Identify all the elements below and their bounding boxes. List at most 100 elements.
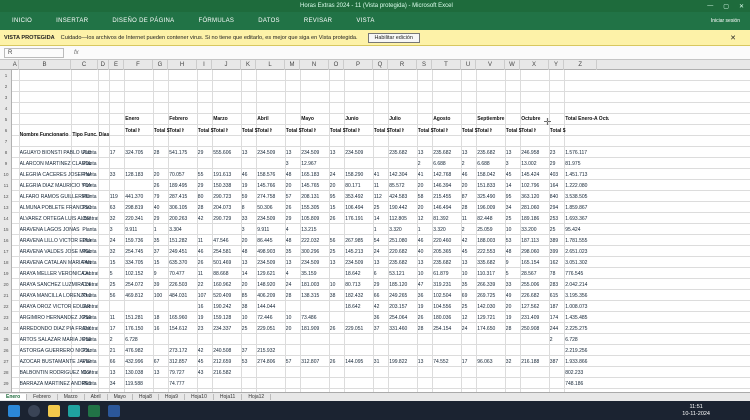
value-cell[interactable]: 203.157: [389, 302, 417, 312]
value-cell[interactable]: 24: [110, 236, 124, 246]
value-cell[interactable]: 20: [242, 280, 256, 290]
value-cell[interactable]: 11: [110, 313, 124, 323]
employee-type[interactable]: Planta: [82, 346, 97, 356]
value-cell[interactable]: 190.242: [213, 302, 241, 312]
value-cell[interactable]: 319.231: [433, 280, 461, 290]
value-cell[interactable]: 10: [286, 313, 300, 323]
value-cell[interactable]: 212.659: [213, 357, 241, 367]
value-cell[interactable]: 18: [154, 313, 168, 323]
value-cell[interactable]: 46: [418, 236, 432, 246]
value-cell[interactable]: 229.051: [345, 324, 373, 334]
value-cell[interactable]: 267.985: [345, 236, 373, 246]
value-cell[interactable]: 39: [154, 280, 168, 290]
row-header[interactable]: 3: [0, 92, 12, 103]
spreadsheet-grid[interactable]: Enero Febrero Marzo Abril Mayo Junio Julio Agos…: [12, 70, 750, 392]
column-title[interactable]: Nombre Funcionario: [20, 130, 69, 140]
value-cell[interactable]: 441.370: [125, 192, 153, 202]
column-header[interactable]: T: [432, 60, 461, 70]
value-cell[interactable]: 249.451: [169, 247, 197, 257]
value-cell[interactable]: 287.415: [169, 192, 197, 202]
employee-name[interactable]: BALBONTIN RODRIGUEZ MIGUEL: [20, 368, 92, 378]
employee-type[interactable]: Planta: [82, 181, 97, 191]
value-cell[interactable]: 234.509: [301, 148, 329, 158]
value-cell[interactable]: 55: [198, 170, 212, 180]
value-cell[interactable]: 182.432: [345, 291, 373, 301]
value-cell[interactable]: 48: [286, 236, 300, 246]
value-cell[interactable]: 85.572: [389, 181, 417, 191]
value-cell[interactable]: 11: [462, 214, 476, 224]
row-header[interactable]: 19: [0, 268, 12, 279]
value-cell[interactable]: 174.650: [477, 324, 505, 334]
column-header[interactable]: G: [153, 60, 169, 70]
value-cell[interactable]: 635.370: [169, 258, 197, 268]
value-cell[interactable]: 106.494: [345, 203, 373, 213]
row-header[interactable]: 15: [0, 224, 12, 235]
value-cell[interactable]: 3.051.302: [565, 258, 597, 268]
value-cell[interactable]: 220.341: [125, 214, 153, 224]
value-cell[interactable]: 129.621: [257, 269, 285, 279]
value-cell[interactable]: 43: [198, 368, 212, 378]
value-cell[interactable]: 29: [198, 148, 212, 158]
employee-name[interactable]: ASTORGA GUERRERO NICOLAS: [20, 346, 92, 356]
value-cell[interactable]: 200.263: [169, 214, 197, 224]
value-cell[interactable]: 250.908: [521, 324, 549, 334]
value-cell[interactable]: 13.002: [521, 159, 549, 169]
column-header[interactable]: D: [98, 60, 109, 70]
value-cell[interactable]: 406.209: [257, 291, 285, 301]
value-cell[interactable]: 13: [418, 357, 432, 367]
value-cell[interactable]: 102.796: [521, 181, 549, 191]
value-cell[interactable]: 28.567: [521, 269, 549, 279]
employee-type[interactable]: Contrata: [82, 302, 97, 312]
employee-name[interactable]: ARREDONDO DIAZ PIA FRANCHESCA: [20, 324, 92, 334]
value-cell[interactable]: 48: [286, 170, 300, 180]
value-cell[interactable]: 174: [550, 313, 564, 323]
value-cell[interactable]: 13: [286, 258, 300, 268]
value-cell[interactable]: 82.448: [477, 214, 505, 224]
tab-datos[interactable]: DATOS: [246, 18, 292, 24]
value-cell[interactable]: 13: [462, 148, 476, 158]
value-cell[interactable]: 432.996: [125, 357, 153, 367]
value-cell[interactable]: 81.975: [565, 159, 597, 169]
month-header[interactable]: Febrero: [169, 114, 213, 124]
value-cell[interactable]: 13: [462, 258, 476, 268]
value-cell[interactable]: 146.394: [433, 181, 461, 191]
employee-name[interactable]: AZOCAR BUSTAMANTE JAVIER: [20, 357, 92, 367]
employee-name[interactable]: ALMUNA POBLETE FRANCISCO JAVIER: [20, 203, 92, 213]
value-cell[interactable]: 17: [110, 324, 124, 334]
value-cell[interactable]: 208.131: [301, 192, 329, 202]
value-cell[interactable]: 112.805: [389, 214, 417, 224]
value-cell[interactable]: 79.727: [169, 368, 197, 378]
value-cell[interactable]: 28: [462, 203, 476, 213]
value-cell[interactable]: 6: [374, 269, 388, 279]
value-cell[interactable]: 10: [242, 313, 256, 323]
column-header[interactable]: K: [241, 60, 257, 70]
edge-icon[interactable]: [68, 404, 80, 417]
value-cell[interactable]: 33: [506, 280, 520, 290]
value-cell[interactable]: 266.339: [477, 280, 505, 290]
row-header[interactable]: 7: [0, 136, 12, 147]
value-cell[interactable]: 226.503: [169, 280, 197, 290]
row-header[interactable]: 28: [0, 367, 12, 378]
value-cell[interactable]: 6.728: [125, 335, 153, 345]
value-cell[interactable]: 189.186: [521, 214, 549, 224]
value-cell[interactable]: 2.042.214: [565, 280, 597, 290]
value-cell[interactable]: 41: [374, 170, 388, 180]
employee-type[interactable]: Planta: [82, 225, 97, 235]
value-cell[interactable]: 40: [154, 203, 168, 213]
sheet-tab[interactable]: Hoja8: [133, 394, 159, 400]
column-header[interactable]: E: [109, 60, 125, 70]
value-cell[interactable]: 1.576.117: [565, 148, 597, 158]
column-header[interactable]: A: [12, 60, 19, 70]
employee-name[interactable]: ALEGRIA CACERES JOSEFINA ANDRES: [20, 170, 92, 180]
row-header[interactable]: 5: [0, 114, 12, 125]
value-cell[interactable]: 162: [550, 258, 564, 268]
value-cell[interactable]: 188.003: [477, 236, 505, 246]
sheet-tab[interactable]: Enero: [0, 394, 28, 400]
value-cell[interactable]: 42: [198, 214, 212, 224]
month-header[interactable]: Junio: [345, 114, 389, 124]
value-cell[interactable]: 28: [154, 148, 168, 158]
value-cell[interactable]: 15: [330, 203, 344, 213]
value-cell[interactable]: 2.651.023: [565, 247, 597, 257]
value-cell[interactable]: 32: [110, 214, 124, 224]
row-header[interactable]: 8: [0, 147, 12, 158]
